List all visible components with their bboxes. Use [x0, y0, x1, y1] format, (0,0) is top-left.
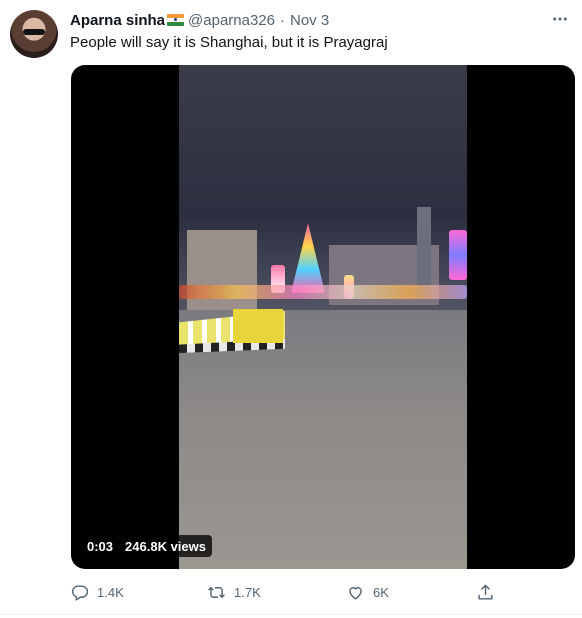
video-time: 0:03 [87, 538, 114, 554]
author-avatar[interactable] [10, 10, 58, 58]
more-options-button[interactable] [550, 10, 570, 30]
india-flag-emoji [167, 14, 185, 26]
yellow-divider [233, 309, 283, 343]
header-separator: · [280, 11, 285, 29]
retweet-button[interactable]: 1.7K [207, 580, 261, 604]
like-count: 6K [373, 584, 389, 600]
author-name[interactable]: Aparna sinha [70, 12, 165, 29]
tower-right [417, 207, 431, 297]
more-horizontal-icon [553, 17, 567, 21]
share-icon [478, 583, 493, 600]
video-views: 246.8K views [125, 538, 206, 554]
light-display-right [449, 230, 467, 280]
tweet-actions: 1.4K 1.7K 6K [70, 580, 510, 604]
author-handle[interactable]: @aparna326 [188, 12, 275, 29]
tweet-date[interactable]: Nov 3 [290, 12, 329, 29]
light-arch [291, 223, 325, 293]
retweet-icon [208, 586, 225, 598]
tweet-text: People will say it is Shanghai, but it i… [70, 34, 388, 51]
share-button[interactable] [476, 580, 495, 604]
reply-count: 1.4K [97, 584, 124, 600]
street-lights [179, 285, 467, 299]
video-player[interactable]: 0:03 246.8K views [71, 65, 575, 569]
reply-button[interactable]: 1.4K [70, 580, 124, 604]
heart-icon [349, 586, 362, 600]
reply-icon [71, 584, 89, 601]
like-button[interactable]: 6K [346, 580, 389, 604]
tweet-divider [0, 614, 582, 615]
retweet-count: 1.7K [234, 584, 261, 600]
video-frame [179, 65, 467, 569]
tweet-header: Aparna sinha @aparna326 · Nov 3 [70, 10, 329, 30]
avatar-sunglasses [23, 29, 45, 35]
video-stats-badge: 0:03 246.8K views [81, 535, 212, 557]
